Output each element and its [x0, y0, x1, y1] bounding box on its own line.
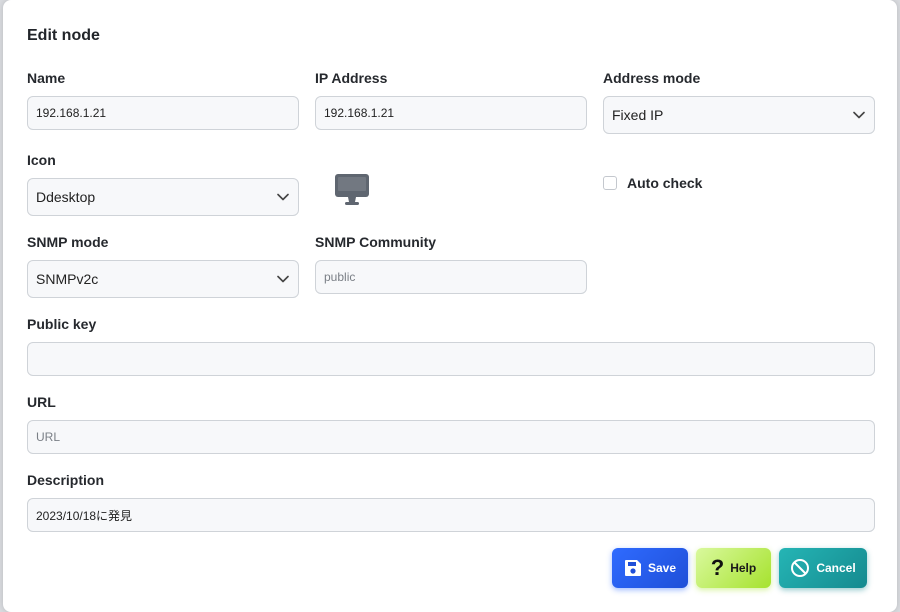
- description-label: Description: [27, 472, 105, 488]
- snmp-mode-select[interactable]: SNMPv2c: [27, 260, 299, 298]
- save-button-label: Save: [647, 561, 677, 575]
- cancel-button-label: Cancel: [816, 561, 856, 575]
- public-key-input[interactable]: [27, 342, 875, 376]
- address-mode-select[interactable]: Fixed IP: [603, 96, 875, 134]
- help-button-label: Help: [730, 561, 757, 575]
- snmp-mode-label: SNMP mode: [27, 234, 109, 250]
- help-button[interactable]: ? Help: [696, 548, 771, 588]
- address-mode-label: Address mode: [603, 70, 701, 86]
- save-button[interactable]: Save: [612, 548, 688, 588]
- question-mark-icon: ?: [710, 555, 725, 580]
- desktop-monitor-icon: [334, 173, 370, 212]
- ip-address-label: IP Address: [315, 70, 388, 86]
- ban-icon: [790, 558, 810, 578]
- chevron-down-icon: [276, 272, 290, 286]
- url-input[interactable]: URL: [27, 420, 875, 454]
- auto-check-checkbox[interactable]: [603, 176, 617, 190]
- icon-label: Icon: [27, 152, 56, 168]
- snmp-community-input[interactable]: public: [315, 260, 587, 294]
- edit-node-dialog: Edit node Name 192.168.1.21 IP Address 1…: [3, 0, 897, 612]
- floppy-disk-icon: [624, 559, 642, 577]
- url-label: URL: [27, 394, 56, 410]
- auto-check-label: Auto check: [627, 175, 703, 191]
- name-input[interactable]: 192.168.1.21: [27, 96, 299, 130]
- public-key-label: Public key: [27, 316, 97, 332]
- address-mode-value: Fixed IP: [612, 107, 664, 123]
- snmp-mode-value: SNMPv2c: [36, 271, 99, 287]
- name-label: Name: [27, 70, 66, 86]
- icon-select[interactable]: Ddesktop: [27, 178, 299, 216]
- description-input[interactable]: 2023/10/18に発見: [27, 498, 875, 532]
- snmp-community-label: SNMP Community: [315, 234, 437, 250]
- dialog-title: Edit node: [27, 27, 100, 44]
- icon-select-value: Ddesktop: [36, 189, 96, 205]
- chevron-down-icon: [852, 108, 866, 122]
- chevron-down-icon: [276, 190, 290, 204]
- cancel-button[interactable]: Cancel: [779, 548, 867, 588]
- auto-check-control[interactable]: Auto check: [603, 175, 702, 191]
- ip-address-input[interactable]: 192.168.1.21: [315, 96, 587, 130]
